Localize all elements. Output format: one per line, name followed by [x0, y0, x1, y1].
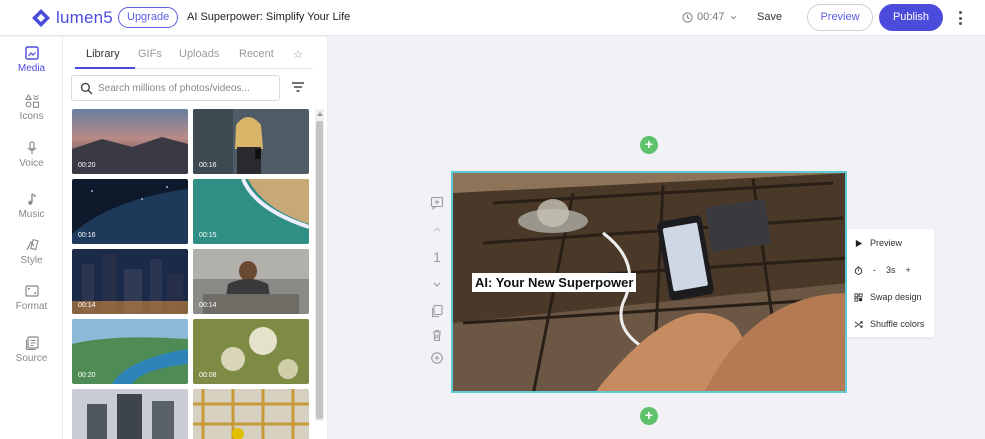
swap-design-button[interactable]: Swap design: [854, 292, 922, 302]
media-thumbnail[interactable]: 00:14: [193, 249, 309, 314]
tab-uploads[interactable]: Uploads: [179, 48, 219, 60]
media-thumbnail[interactable]: 00:16: [72, 179, 188, 244]
decrease-duration-button[interactable]: -: [873, 265, 876, 275]
rail-item-style[interactable]: Style: [0, 237, 63, 266]
tab-library[interactable]: Library: [86, 48, 120, 60]
top-bar: lumen5 Upgrade AI Superpower: Simplify Y…: [0, 0, 985, 36]
project-title[interactable]: AI Superpower: Simplify Your Life: [187, 11, 350, 23]
rail-item-format[interactable]: Format: [0, 283, 63, 312]
duration-value: 00:47: [697, 11, 725, 23]
media-thumbnail[interactable]: [193, 389, 309, 439]
media-duration: 00:14: [199, 302, 217, 309]
icons-icon: [24, 93, 39, 108]
rail-item-media[interactable]: Media: [0, 45, 63, 74]
rail-item-voice[interactable]: Voice: [0, 140, 63, 169]
media-icon: [24, 46, 39, 60]
scene-context-menu: Preview - 3s + Swap design Shuffle color…: [847, 229, 934, 337]
lumen5-logo-icon[interactable]: [31, 8, 51, 28]
left-rail: Media Icons Voice Music Style Format Sou…: [0, 37, 63, 439]
clock-icon: [682, 11, 693, 23]
tab-gifs[interactable]: GIFs: [138, 48, 162, 60]
shuffle-colors-label: Shuffle colors: [870, 319, 925, 329]
media-duration: 00:16: [78, 232, 96, 239]
media-thumbnail[interactable]: 00:20: [72, 109, 188, 174]
swap-design-label: Swap design: [870, 292, 922, 302]
preview-scene-button[interactable]: Preview: [854, 238, 902, 248]
timer-icon: [854, 265, 863, 275]
media-duration: 00:14: [78, 302, 96, 309]
format-icon: [24, 285, 39, 297]
media-duration: 00:15: [199, 232, 217, 239]
rail-item-music[interactable]: Music: [0, 191, 63, 220]
rail-item-label: Media: [17, 63, 46, 74]
active-tab-indicator: [75, 67, 135, 69]
scroll-up-icon[interactable]: [317, 112, 323, 116]
scene-duration-value: 3s: [886, 265, 896, 275]
move-down-icon[interactable]: [427, 278, 447, 295]
move-up-icon[interactable]: [427, 222, 447, 239]
rail-item-source[interactable]: Source: [0, 335, 63, 364]
filter-icon[interactable]: [290, 80, 306, 94]
preview-button[interactable]: Preview: [807, 4, 873, 31]
search-icon: [80, 82, 93, 95]
brand-name: lumen5: [56, 8, 113, 27]
publish-button[interactable]: Publish: [879, 4, 943, 31]
music-note-icon: [27, 193, 36, 205]
add-scene-below-button[interactable]: +: [640, 407, 658, 425]
add-scene-icon[interactable]: [427, 351, 447, 368]
media-duration: 00:20: [78, 372, 96, 379]
media-thumbnail[interactable]: 00:15: [193, 179, 309, 244]
media-search: [71, 75, 280, 101]
chevron-down-icon: [730, 15, 736, 19]
increase-duration-button[interactable]: +: [906, 265, 911, 275]
duplicate-icon[interactable]: [427, 304, 447, 321]
scrollbar-thumb[interactable]: [316, 121, 323, 419]
upgrade-button[interactable]: Upgrade: [118, 7, 179, 28]
search-input[interactable]: [98, 80, 273, 97]
scene-duration-control: - 3s +: [854, 265, 911, 275]
media-scrollbar[interactable]: [315, 109, 324, 421]
delete-icon[interactable]: [427, 328, 447, 345]
media-thumbnail[interactable]: 00:20: [72, 319, 188, 384]
media-thumbnail[interactable]: 00:14: [72, 249, 188, 314]
save-button[interactable]: Save: [757, 11, 782, 23]
add-scene-above-button[interactable]: +: [640, 136, 658, 154]
duration-dropdown[interactable]: 00:47: [682, 11, 738, 23]
source-icon: [25, 336, 39, 350]
media-tabs: Library GIFs Uploads Recent ☆: [73, 45, 313, 69]
rail-item-label: Style: [20, 255, 43, 266]
rail-item-label: Music: [18, 209, 45, 220]
preview-scene-label: Preview: [870, 238, 903, 248]
media-duration: 00:08: [199, 372, 217, 379]
favorites-star-icon[interactable]: ☆: [293, 48, 303, 61]
scene-caption[interactable]: AI: Your New Superpower: [472, 273, 637, 292]
play-icon: [855, 239, 863, 247]
rail-item-label: Icons: [19, 111, 44, 122]
scene-toolbar: 1: [427, 196, 447, 371]
rail-item-label: Format: [15, 301, 48, 312]
media-grid: 00:20 00:16 00:16 00:15 00:14 00:14 00:2…: [72, 109, 310, 439]
rail-item-label: Voice: [19, 158, 44, 169]
more-options-icon[interactable]: [955, 9, 965, 27]
style-icon: [25, 238, 39, 251]
media-duration: 00:16: [199, 162, 217, 169]
scene-number: 1: [433, 249, 441, 265]
rail-item-icons[interactable]: Icons: [0, 93, 63, 122]
microphone-icon: [27, 141, 36, 154]
media-thumbnail[interactable]: 00:16: [193, 109, 309, 174]
add-text-icon[interactable]: [427, 196, 447, 213]
scene-preview[interactable]: AI: Your New Superpower: [451, 171, 847, 393]
swap-design-icon: [854, 292, 863, 302]
media-duration: 00:20: [78, 162, 96, 169]
media-thumbnail[interactable]: [72, 389, 188, 439]
media-thumbnail[interactable]: 00:08: [193, 319, 309, 384]
shuffle-colors-button[interactable]: Shuffle colors: [854, 319, 924, 329]
tab-recent[interactable]: Recent: [239, 48, 274, 60]
rail-item-label: Source: [15, 353, 48, 364]
media-panel: Library GIFs Uploads Recent ☆ 00:20 00:1…: [63, 37, 328, 439]
shuffle-icon: [854, 320, 863, 328]
